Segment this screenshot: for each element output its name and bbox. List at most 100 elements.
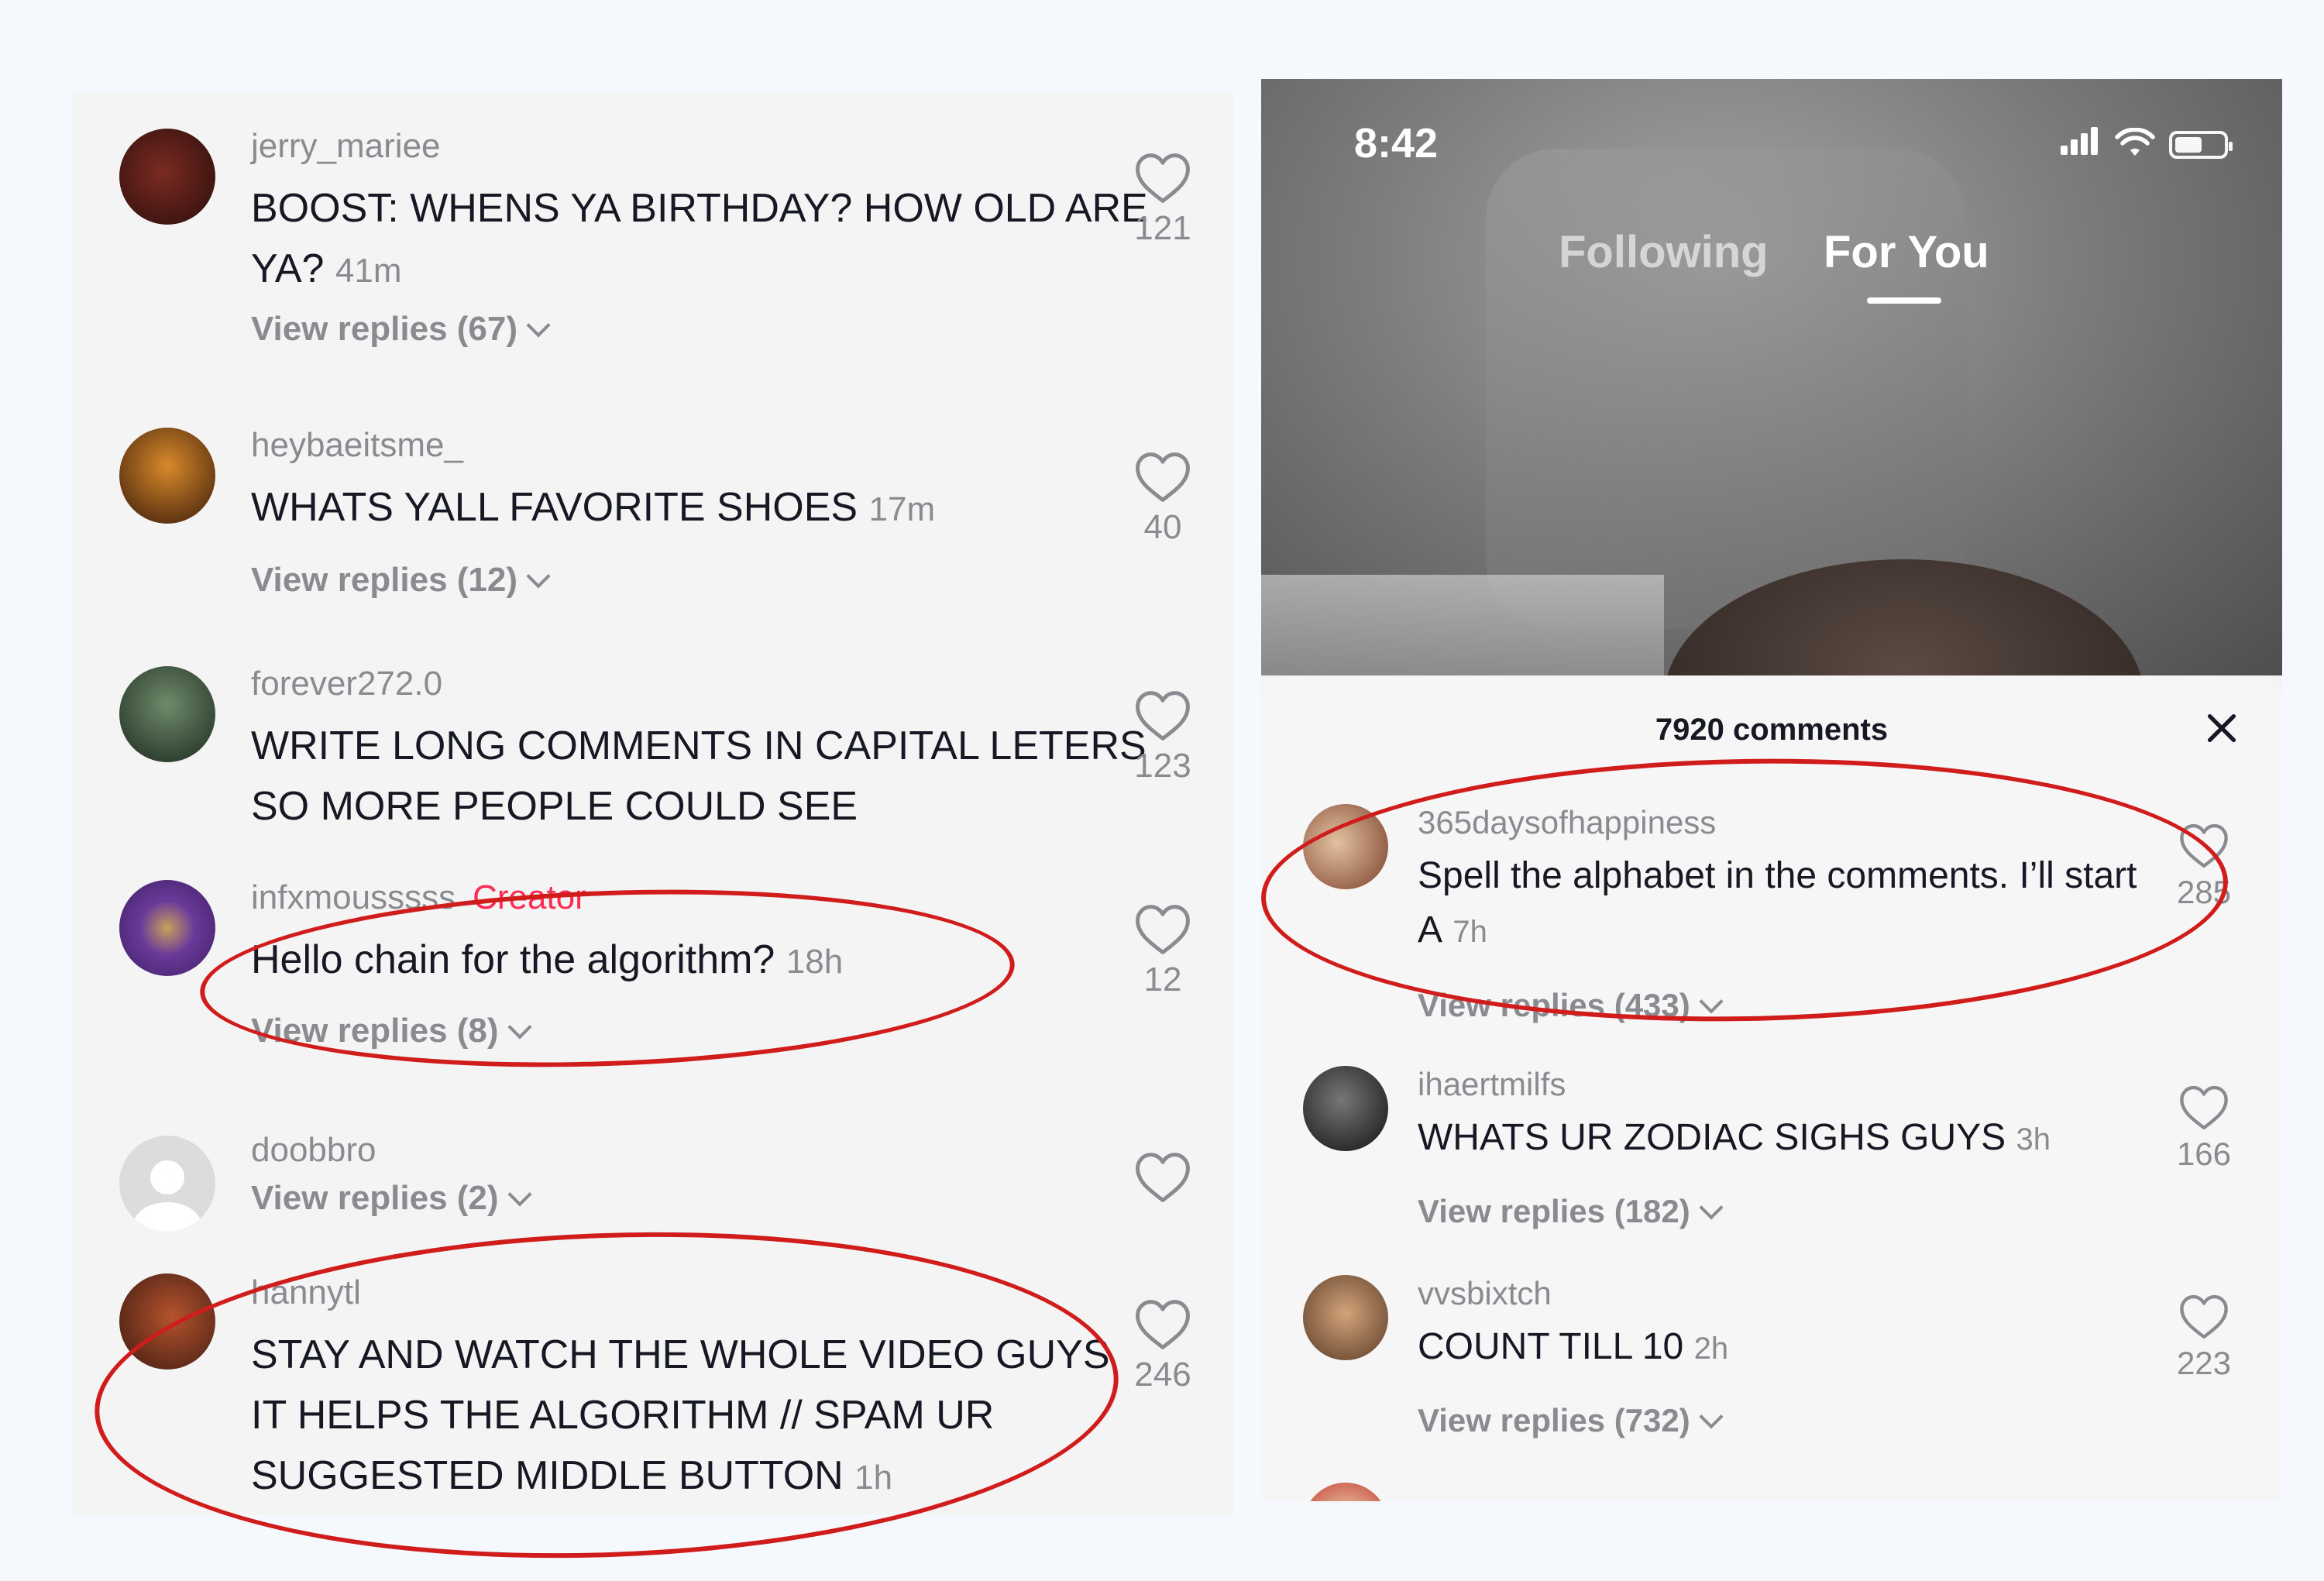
- close-icon[interactable]: [2205, 711, 2239, 745]
- comment-text: COUNT TILL 10 2h: [1418, 1320, 2161, 1376]
- view-replies-button[interactable]: View replies (2): [251, 1179, 532, 1218]
- video-player[interactable]: 8:42 Following For You: [1261, 79, 2282, 675]
- video-frame-trees: [1261, 575, 1664, 675]
- like-button[interactable]: 223: [2169, 1294, 2239, 1382]
- chevron-down-icon: [1699, 1195, 1724, 1220]
- avatar[interactable]: [1303, 1066, 1388, 1151]
- heart-icon: [1133, 689, 1192, 742]
- comment-timestamp: 1h: [854, 1459, 893, 1497]
- comment-username[interactable]: hannytl: [251, 1273, 361, 1312]
- comment-timestamp: 17m: [868, 490, 936, 528]
- video-frame-window: [1486, 149, 1966, 629]
- chevron-down-icon: [526, 313, 551, 338]
- comment-username[interactable]: jerry_mariee: [251, 127, 441, 166]
- avatar[interactable]: [119, 1273, 215, 1370]
- heart-icon: [2178, 823, 2230, 869]
- comment-text: STAY AND WATCH THE WHOLE VIDEO GUYS IT H…: [251, 1325, 1150, 1508]
- status-time: 8:42: [1354, 120, 1439, 167]
- view-replies-button[interactable]: View replies (67): [251, 310, 551, 349]
- comment-username[interactable]: 365daysofhappiness: [1418, 804, 1716, 841]
- like-count: 166: [2176, 1136, 2232, 1172]
- avatar[interactable]: [119, 428, 215, 524]
- view-replies-button[interactable]: View replies (433): [1418, 987, 1724, 1024]
- chevron-down-icon: [1699, 989, 1724, 1014]
- comment-body: Hello chain for the algorithm?: [251, 937, 775, 982]
- video-panel-right: 8:42 Following For You 7920 comments 365…: [1261, 79, 2282, 1501]
- heart-icon: [1133, 152, 1192, 204]
- comment-username[interactable]: heybaeitsme_: [251, 426, 463, 465]
- like-button[interactable]: 285: [2169, 823, 2239, 911]
- heart-icon: [1133, 903, 1192, 956]
- view-replies-label: View replies (732): [1418, 1402, 1690, 1438]
- active-tab-indicator: [1867, 297, 1941, 304]
- like-button[interactable]: 246: [1128, 1298, 1198, 1394]
- wifi-icon: [2115, 128, 2155, 156]
- chevron-down-icon: [1699, 1404, 1724, 1429]
- heart-icon: [1133, 451, 1192, 504]
- comment-text: BOOST: WHENS YA BIRTHDAY? HOW OLD ARE YA…: [251, 178, 1150, 301]
- comment-item: ihaertmilfs WHATS UR ZODIAC SIGHS GUYS 3…: [1261, 1066, 2282, 1275]
- comment-item: vvsbixtch COUNT TILL 10 2h View replies …: [1261, 1275, 2282, 1484]
- view-replies-label: View replies (12): [251, 561, 518, 599]
- comment-username[interactable]: forever272.0: [251, 665, 442, 703]
- like-button[interactable]: 12: [1128, 903, 1198, 999]
- avatar[interactable]: [119, 666, 215, 762]
- comment-text: WRITE LONG COMMENTS IN CAPITAL LETERS SO…: [251, 716, 1150, 837]
- comment-body: STAY AND WATCH THE WHOLE VIDEO GUYS IT H…: [251, 1332, 1110, 1498]
- like-button[interactable]: [1128, 1151, 1198, 1204]
- signal-icon: [2061, 127, 2101, 159]
- battery-icon: [2169, 131, 2233, 159]
- comment-body: COUNT TILL 10: [1418, 1326, 1684, 1367]
- comment-username[interactable]: infxmousssss Creator: [251, 878, 586, 917]
- username-label: infxmousssss: [251, 878, 456, 916]
- avatar[interactable]: [119, 129, 215, 225]
- view-replies-label: View replies (433): [1418, 987, 1690, 1023]
- heart-icon: [2178, 1084, 2230, 1131]
- comments-count-title: 7920 comments: [1655, 713, 1889, 747]
- view-replies-button[interactable]: View replies (8): [251, 1012, 532, 1050]
- comment-timestamp: 2h: [1693, 1332, 1729, 1366]
- tab-for-you[interactable]: For You: [1824, 226, 1989, 278]
- heart-icon: [2178, 1294, 2230, 1340]
- like-button[interactable]: 123: [1128, 689, 1198, 785]
- like-button[interactable]: 121: [1128, 152, 1198, 248]
- avatar[interactable]: [1303, 1275, 1388, 1360]
- comment-item: hannytl STAY AND WATCH THE WHOLE VIDEO G…: [73, 1261, 1233, 1515]
- view-replies-label: View replies (8): [251, 1012, 499, 1050]
- like-button[interactable]: 166: [2169, 1084, 2239, 1173]
- comment-item: jerry_mariee BOOST: WHENS YA BIRTHDAY? H…: [73, 124, 1233, 411]
- like-count: 121: [1134, 209, 1191, 247]
- avatar[interactable]: [1303, 804, 1388, 889]
- comment-item: infxmousssss Creator Hello chain for the …: [73, 875, 1233, 1108]
- chevron-down-icon: [507, 1182, 532, 1207]
- view-replies-button[interactable]: View replies (182): [1418, 1193, 1724, 1230]
- like-button[interactable]: 40: [1128, 451, 1198, 547]
- comment-timestamp: 18h: [786, 943, 844, 981]
- comments-sheet: 7920 comments 365daysofhappiness Spell t…: [1261, 677, 2282, 1501]
- heart-icon: [1133, 1151, 1192, 1204]
- comment-username[interactable]: vvsbixtch: [1418, 1275, 1552, 1312]
- comment-text: WHATS UR ZODIAC SIGHS GUYS 3h: [1418, 1111, 2161, 1167]
- chevron-down-icon: [507, 1015, 532, 1040]
- heart-icon: [1133, 1298, 1192, 1351]
- avatar-placeholder-body: [133, 1202, 201, 1232]
- comment-timestamp: 7h: [1452, 915, 1487, 949]
- comments-panel-left: jerry_mariee BOOST: WHENS YA BIRTHDAY? H…: [73, 93, 1233, 1515]
- like-count: 123: [1134, 747, 1191, 785]
- comment-username[interactable]: ihaertmilfs: [1418, 1066, 1566, 1103]
- comment-text: Spell the alphabet in the comments. I’ll…: [1418, 849, 2161, 959]
- view-replies-button[interactable]: View replies (12): [251, 561, 551, 600]
- chevron-down-icon: [526, 564, 551, 589]
- creator-badge: Creator: [473, 878, 586, 916]
- comment-username[interactable]: doobbro: [251, 1131, 376, 1170]
- comment-text: WHATS YALL FAVORITE SHOES 17m: [251, 477, 1150, 540]
- avatar[interactable]: [119, 880, 215, 976]
- view-replies-button[interactable]: View replies (732): [1418, 1402, 1724, 1439]
- comment-item: 365daysofhappiness Spell the alphabet in…: [1261, 804, 2282, 1060]
- tab-following[interactable]: Following: [1559, 226, 1769, 278]
- avatar[interactable]: [1303, 1483, 1388, 1501]
- status-icons: [2061, 127, 2233, 159]
- avatar[interactable]: [119, 1136, 215, 1232]
- comment-body: WHATS UR ZODIAC SIGHS GUYS: [1418, 1117, 2006, 1158]
- like-count: 223: [2176, 1345, 2232, 1381]
